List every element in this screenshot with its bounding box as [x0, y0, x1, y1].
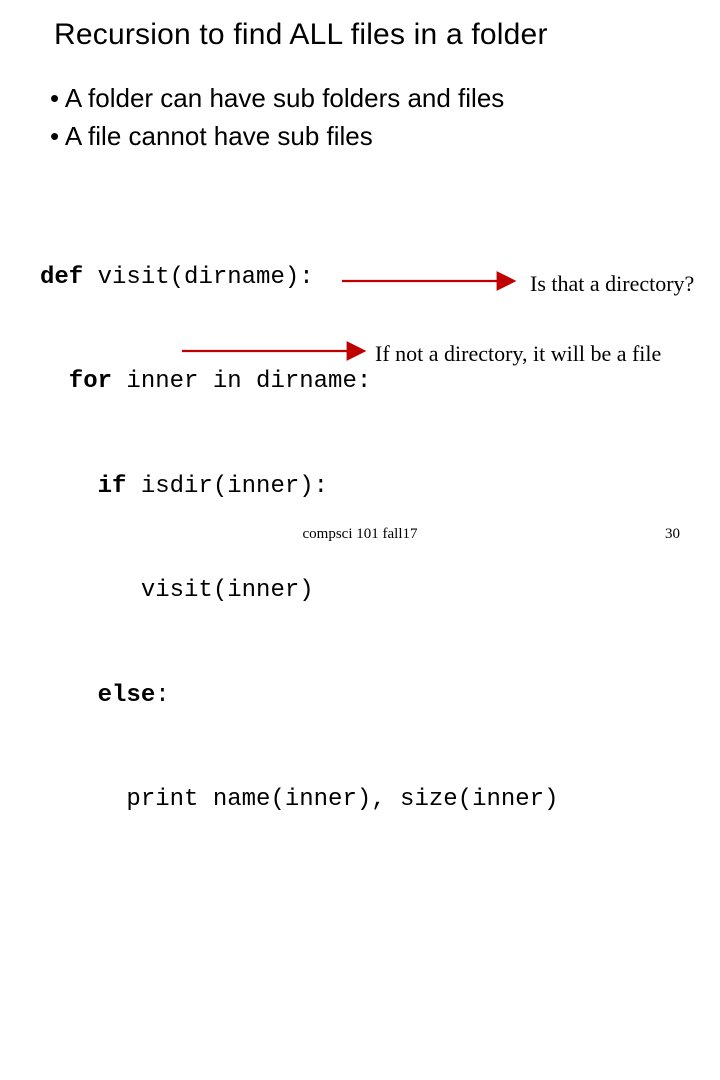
annotation-else: If not a directory, it will be a file	[375, 338, 661, 370]
code-line: for inner in dirname:	[40, 365, 680, 400]
keyword-else: else	[40, 682, 155, 709]
slide-title: Recursion to find ALL files in a folder	[54, 18, 680, 52]
keyword-for: for	[40, 368, 112, 395]
bullet-item: A folder can have sub folders and files	[50, 80, 680, 118]
keyword-if: if	[40, 473, 126, 500]
code-line: print name(inner), size(inner)	[40, 783, 680, 818]
code-line: visit(inner)	[40, 574, 680, 609]
code-block: def visit(dirname): for inner in dirname…	[40, 191, 680, 1080]
footer-course: compsci 101 fall17	[303, 526, 418, 543]
code-text: :	[155, 682, 169, 709]
code-text: inner in dirname:	[112, 368, 371, 395]
keyword-def: def	[40, 264, 83, 291]
code-line: if isdir(inner):	[40, 470, 680, 505]
page-number: 30	[665, 526, 680, 543]
arrow-icon	[182, 341, 372, 361]
arrow-icon	[342, 271, 522, 291]
annotation-isdir: Is that a directory?	[530, 268, 694, 300]
bullet-list: A folder can have sub folders and files …	[40, 80, 680, 155]
code-line: else:	[40, 679, 680, 714]
slide: Recursion to find ALL files in a folder …	[0, 0, 720, 540]
code-text: visit(dirname):	[83, 264, 313, 291]
code-text: isdir(inner):	[126, 473, 328, 500]
bullet-item: A file cannot have sub files	[50, 118, 680, 156]
